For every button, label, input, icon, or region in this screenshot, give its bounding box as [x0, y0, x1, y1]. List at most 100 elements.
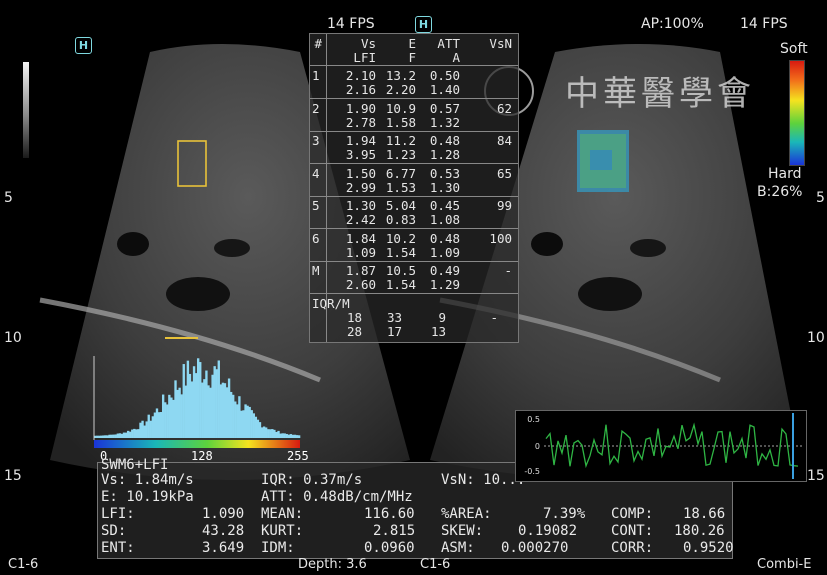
stat-vs: Vs: 1.84m/s	[101, 472, 194, 488]
depth-mark-right-15: 15	[807, 468, 825, 484]
histogram-bar	[269, 429, 272, 438]
histogram-bar	[262, 426, 266, 438]
iqr-label: IQR/M	[312, 295, 350, 311]
histogram-bar	[141, 420, 144, 438]
depth-mark-left-5: 5	[4, 190, 13, 206]
elasticity-color-bar	[789, 60, 805, 166]
table-cell-f: 1.23	[385, 147, 416, 162]
table-cell-f: 1.54	[385, 277, 416, 292]
table-cell-e: 5.04	[385, 198, 416, 213]
histogram-bar	[129, 431, 132, 438]
histogram-bar	[157, 412, 161, 438]
stat-mean-key: MEAN:	[261, 506, 304, 522]
histogram-bar	[135, 429, 138, 438]
stat-ent-val: 3.649	[202, 540, 245, 556]
histogram-bar	[188, 373, 192, 438]
histogram-bar	[133, 428, 136, 438]
histogram-bar	[232, 394, 235, 438]
table-cell-vs: 1.84	[345, 230, 376, 246]
histogram-tick-255: 255	[287, 449, 309, 463]
histogram-tick-128: 128	[191, 449, 213, 463]
histogram-bar	[287, 434, 290, 438]
histogram-bar	[238, 396, 241, 438]
stat-asm-val: 0.000270	[501, 540, 569, 556]
table-cell-vs: 1.50	[345, 165, 376, 181]
histogram-bar	[122, 432, 126, 438]
table-cell-a: 1.29	[429, 277, 460, 292]
histogram-bar	[184, 385, 187, 438]
stat-vsn: VsN: 10...	[441, 472, 526, 488]
histogram-bar	[244, 404, 247, 438]
stat-kurt-val: 2.815	[373, 523, 416, 539]
histogram-bar	[155, 408, 159, 438]
table-cell-att: 0.53	[429, 165, 460, 181]
histogram-bar	[180, 394, 183, 438]
table-cell-lfi: 2.78	[345, 114, 376, 130]
table-row-id: 6	[312, 230, 320, 246]
stat-iqr: IQR: 0.37m/s	[261, 472, 363, 488]
histogram-bar	[114, 434, 117, 438]
table-header-4: VsN	[489, 36, 512, 51]
table-cell-e: 10.9	[385, 100, 416, 116]
histogram-bar	[223, 383, 227, 438]
histogram-bar	[291, 434, 295, 438]
histogram-bar	[229, 391, 233, 438]
stat-skew-key: SKEW:	[441, 523, 484, 539]
stat-cont-key: CONT:	[611, 523, 654, 539]
table-cell-f: 1.53	[385, 179, 416, 195]
table-cell-vs: 1.30	[345, 198, 376, 213]
histogram-bar	[174, 380, 177, 438]
stat-area-val: 7.39%	[543, 506, 586, 522]
iqr-row2-cell: 13	[430, 323, 446, 339]
stat-corr-key: CORR:	[611, 540, 654, 556]
table-cell-a: 1.30	[429, 179, 460, 195]
histogram-bar	[203, 379, 206, 438]
histogram-bar	[279, 433, 282, 438]
table-row-divider	[310, 293, 518, 294]
histogram-bar	[211, 374, 214, 438]
histogram-bar	[252, 413, 255, 438]
histogram-bar	[110, 434, 113, 438]
histogram-bar	[100, 435, 103, 438]
histogram-bar	[227, 378, 231, 438]
histogram-bar	[260, 427, 264, 438]
histogram-bar	[161, 394, 165, 438]
histogram-bar	[256, 419, 260, 438]
table-cell-att: 0.57	[429, 100, 460, 116]
histogram-bar	[112, 434, 115, 438]
table-subheader-0: LFI	[353, 50, 376, 65]
histogram-bar	[143, 425, 146, 438]
table-cell-vs: 2.10	[345, 68, 376, 83]
iqr-row2-cell: 28	[346, 323, 362, 339]
mode-label-footer: Combi-E	[757, 557, 812, 572]
table-subheader-1: F	[408, 50, 416, 65]
histogram-bar	[234, 401, 237, 438]
histogram-bar	[285, 433, 288, 438]
iqr-row1-cell: 33	[386, 309, 402, 325]
histogram-bar	[164, 402, 167, 438]
table-cell-f: 2.20	[385, 82, 416, 97]
histogram-bar	[104, 435, 107, 438]
depth-mark-left-15: 15	[4, 468, 22, 484]
histogram-bar	[147, 414, 150, 438]
histogram-bar	[295, 435, 299, 438]
table-cell-vsn: -	[504, 263, 512, 278]
table-row-divider	[310, 163, 518, 164]
table-cell-vsn: 62	[496, 100, 512, 116]
histogram-bar	[219, 384, 223, 438]
histogram-bar	[182, 364, 185, 438]
depth-mark-right-10: 10	[807, 330, 825, 346]
watermark-text: 中華醫學會	[565, 74, 755, 114]
table-cell-vs: 1.90	[345, 100, 376, 116]
table-cell-e: 13.2	[385, 68, 416, 83]
histogram-bar	[153, 412, 157, 438]
probe-label-mid: C1-6	[420, 557, 451, 572]
histogram-bar	[159, 412, 163, 438]
histogram-bar	[273, 429, 276, 438]
histogram-bar	[254, 416, 258, 438]
histogram-bar	[116, 433, 120, 438]
waveform-trace: 0.5 0 -0.5	[515, 410, 807, 482]
histogram-bar	[201, 382, 204, 438]
table-cell-e: 10.2	[385, 230, 416, 246]
table-row-divider	[310, 195, 518, 197]
